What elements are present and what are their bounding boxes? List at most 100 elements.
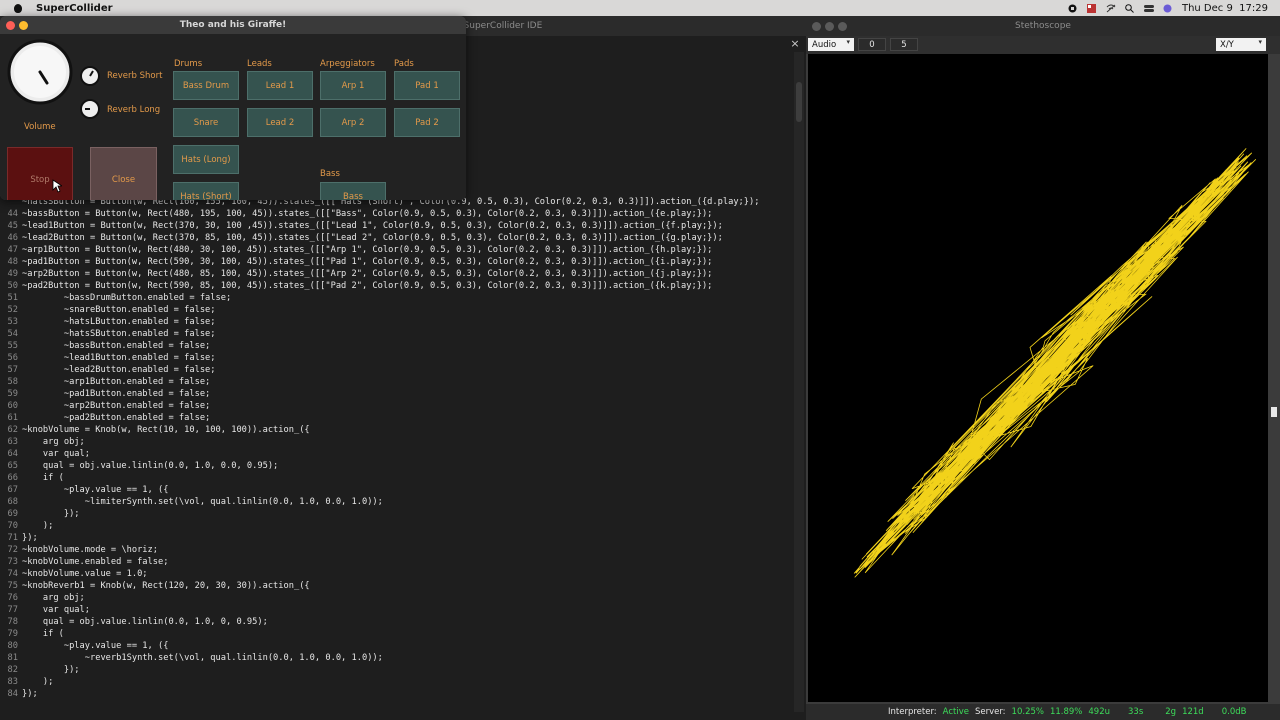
zoom-window-icon[interactable]: [838, 22, 847, 31]
hats-long-button[interactable]: Hats (Long): [173, 145, 239, 174]
line-number: 80: [7, 641, 18, 651]
code-line[interactable]: ~knobVolume.enabled = false;: [22, 556, 759, 568]
code-line[interactable]: qual = obj.value.linlin(0.0, 1.0, 0, 0.9…: [22, 616, 759, 628]
hats-short-button[interactable]: Hats (Short): [173, 182, 239, 200]
close-tab-icon[interactable]: ×: [789, 36, 801, 50]
code-line[interactable]: qual = obj.value.linlin(0.0, 1.0, 0.0, 0…: [22, 460, 759, 472]
code-line[interactable]: );: [22, 520, 759, 532]
clock[interactable]: Thu Dec 9 17:29: [1182, 3, 1268, 14]
line-number: 53: [7, 317, 18, 327]
vertical-slider[interactable]: [1270, 54, 1278, 702]
minimize-window-icon[interactable]: [825, 22, 834, 31]
code-line[interactable]: ~arp2Button.enabled = false;: [22, 400, 759, 412]
code-line[interactable]: });: [22, 664, 759, 676]
volume-knob[interactable]: [7, 39, 73, 105]
code-line[interactable]: ~knobVolume = Knob(w, Rect(10, 10, 100, …: [22, 424, 759, 436]
bass-drum-button[interactable]: Bass Drum: [173, 71, 239, 100]
pad1-button[interactable]: Pad 1: [394, 71, 460, 100]
snare-button[interactable]: Snare: [173, 108, 239, 137]
interpreter-state[interactable]: Active: [943, 707, 969, 717]
code-line[interactable]: ~bassButton.enabled = false;: [22, 340, 759, 352]
code-line[interactable]: ~reverb1Synth.set(\vol, qual.linlin(0.0,…: [22, 652, 759, 664]
bass-button[interactable]: Bass: [320, 182, 386, 200]
close-button[interactable]: Close: [90, 147, 157, 200]
code-line[interactable]: if (: [22, 472, 759, 484]
close-window-icon[interactable]: [812, 22, 821, 31]
code-line[interactable]: ~lead2Button = Button(w, Rect(370, 85, 1…: [22, 232, 759, 244]
line-number: 44: [7, 209, 18, 219]
code-line[interactable]: ~limiterSynth.set(\vol, qual.linlin(0.0,…: [22, 496, 759, 508]
reverb-long-knob[interactable]: [80, 99, 100, 119]
code-line[interactable]: ~hatsLButton.enabled = false;: [22, 316, 759, 328]
code-line[interactable]: ~lead1Button.enabled = false;: [22, 352, 759, 364]
apple-icon[interactable]: [12, 2, 24, 14]
code-line[interactable]: ~pad2Button.enabled = false;: [22, 412, 759, 424]
stop-button[interactable]: Stop: [7, 147, 73, 200]
siri-icon[interactable]: [1163, 4, 1172, 13]
close-window-icon[interactable]: [6, 21, 15, 30]
code-line[interactable]: ~play.value == 1, ({: [22, 640, 759, 652]
code-line[interactable]: ~pad1Button.enabled = false;: [22, 388, 759, 400]
line-number: 64: [7, 449, 18, 459]
line-number: 66: [7, 473, 18, 483]
minimize-window-icon[interactable]: [19, 21, 28, 30]
code-line[interactable]: ~arp1Button = Button(w, Rect(480, 30, 10…: [22, 244, 759, 256]
code-line[interactable]: ~pad2Button = Button(w, Rect(590, 85, 10…: [22, 280, 759, 292]
line-number: 63: [7, 437, 18, 447]
vertical-slider-handle[interactable]: [1271, 407, 1277, 417]
editor-scrollbar[interactable]: [794, 52, 804, 712]
code-line[interactable]: );: [22, 676, 759, 688]
code-line[interactable]: ~snareButton.enabled = false;: [22, 304, 759, 316]
code-line[interactable]: });: [22, 532, 759, 544]
code-line[interactable]: var qual;: [22, 604, 759, 616]
code-line[interactable]: });: [22, 508, 759, 520]
pad2-button[interactable]: Pad 2: [394, 108, 460, 137]
line-number: 58: [7, 377, 18, 387]
code-line[interactable]: ~hatsSButton.enabled = false;: [22, 328, 759, 340]
code-line[interactable]: ~lead1Button = Button(w, Rect(370, 30, 1…: [22, 220, 759, 232]
wifi-off-icon[interactable]: [1106, 4, 1116, 13]
scrollbar-thumb[interactable]: [796, 82, 802, 122]
code-line[interactable]: ~lead2Button.enabled = false;: [22, 364, 759, 376]
app-menu[interactable]: SuperCollider: [36, 3, 113, 14]
lead1-button[interactable]: Lead 1: [247, 71, 313, 100]
code-line[interactable]: ~knobVolume.value = 1.0;: [22, 568, 759, 580]
index-box[interactable]: 0: [858, 38, 886, 51]
code-line[interactable]: arg obj;: [22, 436, 759, 448]
line-number: 52: [7, 305, 18, 315]
code-line[interactable]: ~bassDrumButton.enabled = false;: [22, 292, 759, 304]
code-line[interactable]: var qual;: [22, 448, 759, 460]
view-select[interactable]: X/Y ▾: [1216, 38, 1266, 51]
code-line[interactable]: arg obj;: [22, 592, 759, 604]
line-number: 54: [7, 329, 18, 339]
code-line[interactable]: ~pad1Button = Button(w, Rect(590, 30, 10…: [22, 256, 759, 268]
code-line[interactable]: ~play.value == 1, ({: [22, 484, 759, 496]
search-icon[interactable]: [1125, 3, 1134, 13]
reverb-short-knob[interactable]: [80, 66, 100, 86]
view-select-value: X/Y: [1220, 39, 1234, 50]
code-line[interactable]: ~bassButton = Button(w, Rect(480, 195, 1…: [22, 208, 759, 220]
volume-readout[interactable]: 0.0dB: [1222, 707, 1247, 717]
code-line[interactable]: ~arp1Button.enabled = false;: [22, 376, 759, 388]
arp2-button[interactable]: Arp 2: [320, 108, 386, 137]
code-line[interactable]: ~knobReverb1 = Knob(w, Rect(120, 20, 30,…: [22, 580, 759, 592]
lead2-button[interactable]: Lead 2: [247, 108, 313, 137]
code-line[interactable]: ~arp2Button = Button(w, Rect(480, 85, 10…: [22, 268, 759, 280]
rate-select[interactable]: Audio ▾: [808, 38, 854, 51]
gui-window: Theo and his Giraffe! Volume Reverb Shor…: [0, 16, 466, 200]
channels-box[interactable]: 5: [890, 38, 918, 51]
code-line[interactable]: });: [22, 688, 759, 700]
line-number: 69: [7, 509, 18, 519]
line-number: 51: [7, 293, 18, 303]
code-line[interactable]: ~knobVolume.mode = \horiz;: [22, 544, 759, 556]
line-number: 72: [7, 545, 18, 555]
flag-icon[interactable]: [1086, 3, 1096, 13]
control-center-icon[interactable]: [1143, 4, 1154, 13]
interpreter-label: Interpreter:: [888, 707, 937, 717]
line-number: 48: [7, 257, 18, 267]
status-bar: Interpreter: Active Server: 10.25% 11.89…: [806, 704, 1280, 720]
line-number: 55: [7, 341, 18, 351]
code-line[interactable]: if (: [22, 628, 759, 640]
arp1-button[interactable]: Arp 1: [320, 71, 386, 100]
record-icon[interactable]: [1068, 4, 1077, 13]
